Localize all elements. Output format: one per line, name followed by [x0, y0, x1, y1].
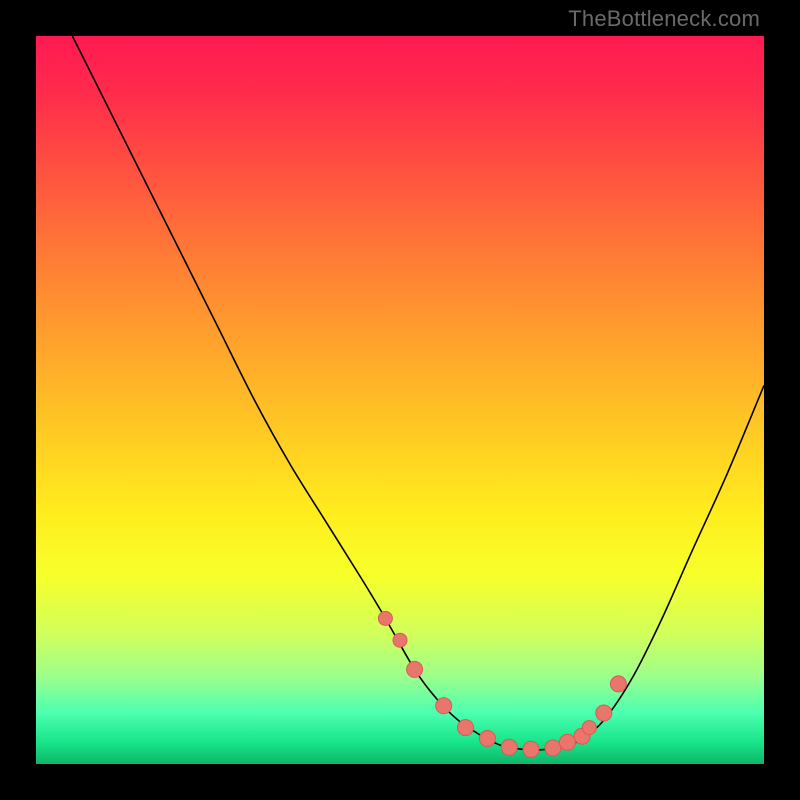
marker-dot — [596, 705, 612, 721]
marker-dot — [501, 739, 517, 755]
marker-dot — [378, 611, 392, 625]
bottleneck-curve — [72, 36, 764, 750]
marker-dot — [436, 698, 452, 714]
marker-dot — [458, 720, 474, 736]
marker-dot — [582, 721, 596, 735]
marker-group — [378, 611, 626, 757]
attribution-text: TheBottleneck.com — [568, 6, 760, 32]
marker-dot — [610, 676, 626, 692]
marker-dot — [523, 741, 539, 757]
marker-dot — [559, 734, 575, 750]
marker-dot — [393, 633, 407, 647]
chart-plot-area — [36, 36, 764, 764]
marker-dot — [545, 740, 561, 756]
marker-dot — [407, 661, 423, 677]
marker-dot — [479, 731, 495, 747]
chart-svg — [36, 36, 764, 764]
